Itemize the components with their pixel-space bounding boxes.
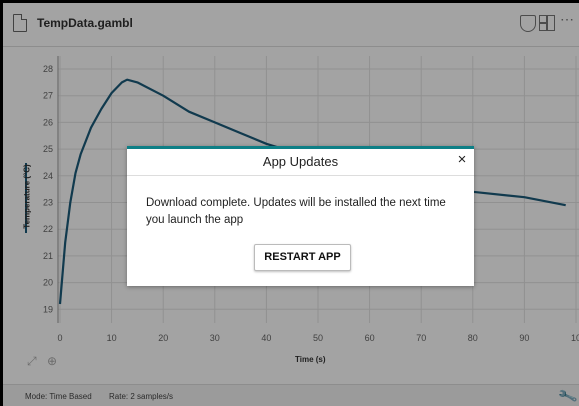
close-icon[interactable]: × [453,151,471,169]
app-updates-dialog: App Updates × Download complete. Updates… [127,146,474,286]
dialog-title: App Updates [262,154,339,169]
dialog-message: Download complete. Updates will be insta… [146,197,446,226]
app-window: TempData.gambl ⋯ Temperature (°C) 28 27 26… [3,3,579,406]
dialog-header: App Updates × [127,149,474,176]
restart-app-button[interactable]: RESTART APP [254,244,351,271]
screenshot-frame: TempData.gambl ⋯ Temperature (°C) 28 27 26… [0,0,579,406]
